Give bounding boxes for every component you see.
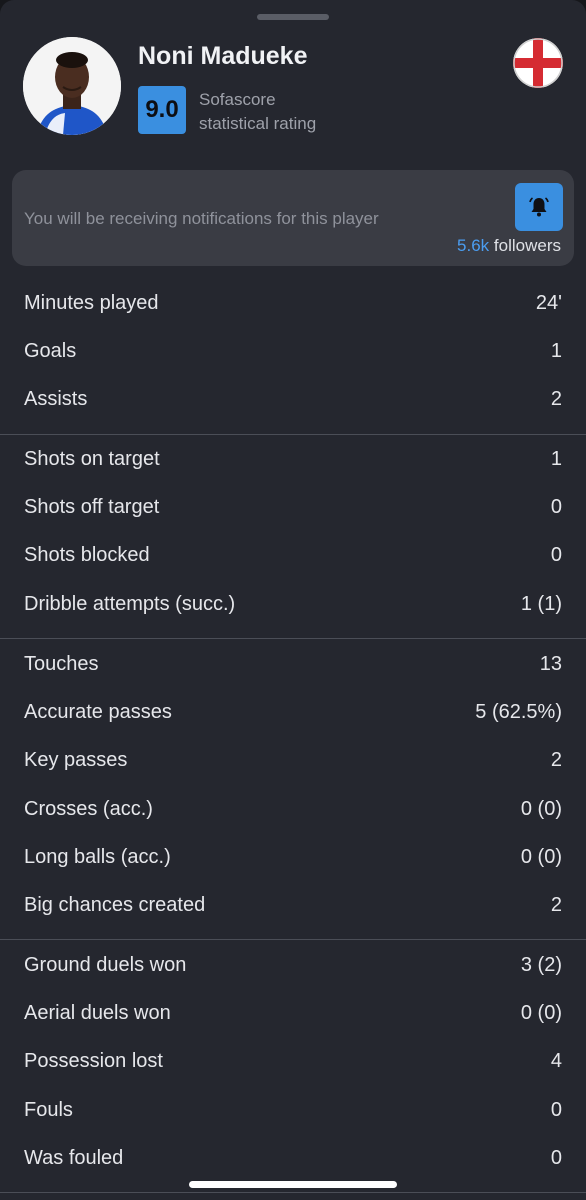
stat-value: 1: [550, 339, 562, 362]
section-divider: [0, 939, 586, 940]
stat-value: 1 (1): [520, 592, 562, 615]
home-indicator[interactable]: [189, 1181, 397, 1188]
england-flag-icon[interactable]: [513, 38, 563, 88]
stat-label: Shots on target: [24, 447, 160, 470]
stat-label: Shots off target: [24, 495, 160, 518]
stats-group-duels: Ground duels won 3 (2) Aerial duels won 0 …: [0, 941, 586, 1182]
stat-label: Crosses (acc.): [24, 797, 153, 820]
stat-value: 0: [550, 544, 562, 567]
notification-bell-button[interactable]: [515, 183, 563, 231]
notification-text: You will be receiving notifications for …: [24, 209, 379, 228]
stat-value: 2: [550, 388, 562, 411]
stat-value: 24': [535, 291, 562, 314]
stat-value: 0 (0): [520, 1001, 562, 1024]
followers-label: followers: [489, 236, 561, 255]
player-stats-sheet: Noni Madueke 9.0 Sofascore statistical r…: [0, 0, 586, 1200]
player-name: Noni Madueke: [138, 42, 308, 70]
stat-row: Shots on target 1: [0, 435, 586, 483]
stat-label: Dribble attempts (succ.): [24, 592, 236, 615]
stats-group-attack: Shots on target 1 Shots off target 0 Shots…: [0, 435, 586, 628]
bell-icon: [529, 197, 549, 217]
stat-row: Long balls (acc.) 0 (0): [0, 833, 586, 881]
stat-row: Big chances created 2: [0, 881, 586, 929]
rating-caption: Sofascore statistical rating: [199, 88, 316, 136]
stat-row: Aerial duels won 0 (0): [0, 989, 586, 1037]
stat-label: Was fouled: [24, 1146, 124, 1169]
stat-label: Aerial duels won: [24, 1001, 171, 1024]
player-avatar: [23, 37, 121, 135]
stat-value: 3 (2): [520, 953, 562, 976]
stat-value: 1: [550, 447, 562, 470]
drag-handle[interactable]: [257, 14, 329, 20]
stat-value: 0 (0): [520, 797, 562, 820]
stat-label: Goals: [24, 339, 77, 362]
stat-label: Key passes: [24, 749, 128, 772]
stat-value: 0: [550, 1098, 562, 1121]
notification-card: You will be receiving notifications for …: [12, 170, 574, 266]
stat-label: Possession lost: [24, 1050, 163, 1073]
followers-number: 5.6k: [457, 236, 490, 255]
followers-count: 5.6k followers: [457, 236, 561, 256]
rating-caption-line1: Sofascore: [199, 90, 276, 109]
stat-row: Accurate passes 5 (62.5%): [0, 688, 586, 736]
stat-value: 0 (0): [520, 845, 562, 868]
stat-label: Fouls: [24, 1098, 73, 1121]
stat-row: Shots blocked 0: [0, 532, 586, 580]
stat-label: Accurate passes: [24, 700, 172, 723]
stat-row: Crosses (acc.) 0 (0): [0, 785, 586, 833]
stat-row: Key passes 2: [0, 737, 586, 785]
stats-group-general: Minutes played 24' Goals 1 Assists 2: [0, 279, 586, 424]
section-divider: [0, 1192, 586, 1193]
stat-row: Ground duels won 3 (2): [0, 941, 586, 989]
stat-label: Long balls (acc.): [24, 845, 171, 868]
rating-badge: 9.0: [138, 86, 186, 134]
stat-value: 5 (62.5%): [475, 700, 562, 723]
section-divider: [0, 638, 586, 639]
stat-label: Shots blocked: [24, 544, 150, 567]
stat-label: Assists: [24, 388, 88, 411]
stat-value: 4: [550, 1050, 562, 1073]
rating-caption-line2: statistical rating: [199, 114, 317, 133]
stat-label: Ground duels won: [24, 953, 187, 976]
stat-value: 13: [539, 652, 562, 675]
stat-value: 0: [550, 1146, 562, 1169]
stat-row: Possession lost 4: [0, 1038, 586, 1086]
stats-group-passing: Touches 13 Accurate passes 5 (62.5%) Key p…: [0, 640, 586, 930]
stat-value: 2: [550, 749, 562, 772]
stat-value: 2: [550, 894, 562, 917]
stat-row: Fouls 0: [0, 1086, 586, 1134]
stat-row: Touches 13: [0, 640, 586, 688]
stat-row: Shots off target 0: [0, 483, 586, 531]
stat-label: Big chances created: [24, 894, 206, 917]
stat-row: Minutes played 24': [0, 279, 586, 327]
stat-value: 0: [550, 495, 562, 518]
stat-row: Dribble attempts (succ.) 1 (1): [0, 580, 586, 628]
stat-label: Touches: [24, 652, 99, 675]
stat-row: Assists 2: [0, 376, 586, 424]
stat-row: Was fouled 0: [0, 1134, 586, 1182]
stat-label: Minutes played: [24, 291, 159, 314]
stat-row: Goals 1: [0, 327, 586, 375]
